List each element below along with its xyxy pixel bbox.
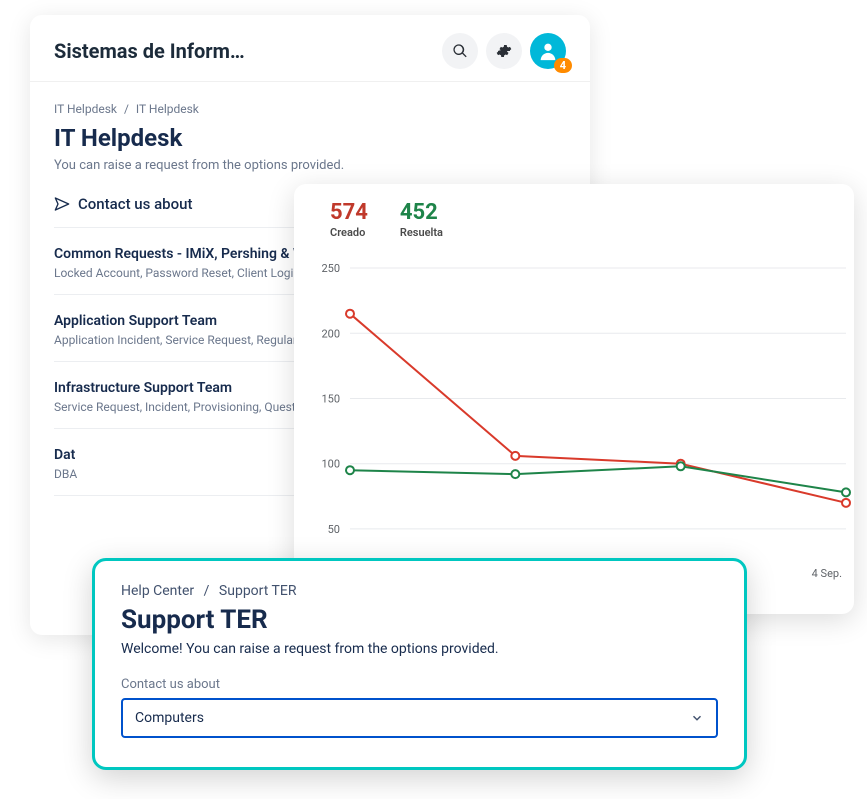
select-value: Computers	[135, 710, 204, 726]
support-ter-card: Help Center / Support TER Support TER We…	[92, 558, 747, 770]
kpi-value: 452	[400, 202, 443, 224]
chart-card: 574 Creado 452 Resuelta 50 100 150 200 250 4 …	[294, 184, 854, 614]
page-subtitle: Welcome! You can raise a request from th…	[121, 641, 718, 657]
breadcrumb: IT Helpdesk / IT Helpdesk	[54, 102, 566, 116]
notification-badge: 4	[554, 58, 572, 73]
svg-text:150: 150	[321, 392, 340, 405]
page-title: Support TER	[121, 605, 718, 635]
kpi-label: Creado	[330, 226, 368, 239]
breadcrumb-item[interactable]: IT Helpdesk	[54, 102, 117, 116]
svg-text:4 Sep.: 4 Sep.	[812, 567, 842, 580]
contact-us-label: Contact us about	[78, 195, 192, 213]
search-button[interactable]	[442, 33, 478, 69]
breadcrumb-separator: /	[124, 102, 129, 116]
breadcrumb-item[interactable]: Help Center	[121, 583, 194, 599]
page-subtitle: You can raise a request from the options…	[54, 158, 566, 173]
breadcrumb-item[interactable]: IT Helpdesk	[136, 102, 199, 116]
select-label: Contact us about	[121, 677, 718, 692]
gear-icon	[496, 43, 512, 59]
send-icon	[54, 196, 70, 212]
svg-text:200: 200	[321, 327, 340, 340]
page-title: IT Helpdesk	[54, 124, 566, 152]
svg-text:50: 50	[328, 523, 340, 536]
line-chart: 50 100 150 200 250 4 Sep.	[294, 245, 854, 585]
svg-text:250: 250	[321, 262, 340, 275]
kpi-creado: 574 Creado	[330, 202, 368, 239]
kpi-resuelta: 452 Resuelta	[400, 202, 443, 239]
chevron-down-icon	[690, 711, 704, 725]
kpi-label: Resuelta	[400, 226, 443, 239]
search-icon	[452, 43, 468, 59]
category-select[interactable]: Computers	[121, 698, 718, 738]
settings-button[interactable]	[486, 33, 522, 69]
chart-area: 50 100 150 200 250 4 Sep.	[294, 245, 854, 585]
kpi-value: 574	[330, 202, 368, 224]
svg-text:100: 100	[321, 458, 340, 471]
app-title: Sistemas de Inform…	[54, 39, 434, 63]
breadcrumb-item[interactable]: Support TER	[219, 583, 297, 599]
breadcrumb-separator: /	[204, 583, 210, 599]
breadcrumb: Help Center / Support TER	[121, 583, 718, 599]
kpi-row: 574 Creado 452 Resuelta	[294, 202, 854, 239]
helpdesk-header: Sistemas de Inform… 4	[30, 15, 590, 82]
avatar[interactable]: 4	[530, 33, 566, 69]
avatar-icon	[537, 40, 559, 62]
